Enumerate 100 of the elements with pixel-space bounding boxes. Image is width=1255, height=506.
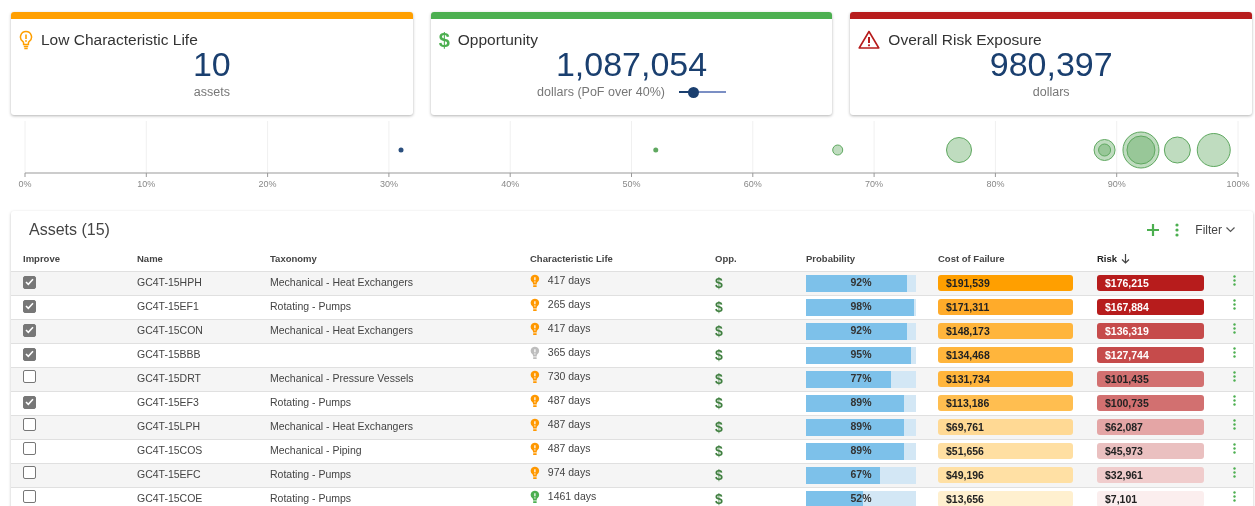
metric-unit: dollars [1032,83,1070,101]
risk-tag: $32,961 [1097,466,1204,483]
dollar-icon: $ [715,418,723,435]
cost-tag: $69,761 [938,418,1073,435]
column-header: Name [137,251,163,266]
metric-value: 1,087,054 [555,47,708,83]
probability-text: 77% [850,371,872,387]
checkbox[interactable] [23,275,36,289]
cost-tag: $113,186 [938,394,1073,411]
axis-label: 70% [865,179,884,189]
add-icon[interactable] [1147,224,1160,236]
metric-unit: dollars (PoF over 40%) [537,83,665,101]
more-icon[interactable] [1233,491,1236,503]
asset-name: GC4T-15EF3 [137,396,199,409]
probability-text: 89% [850,419,872,435]
checkbox[interactable] [23,442,36,456]
taxonomy-text: Mechanical - Heat Exchangers [270,276,413,289]
probability-text: 98% [850,299,872,315]
filter-button[interactable]: Filter [1189,221,1241,239]
more-icon[interactable] [1233,347,1236,359]
axis-label: 30% [379,179,398,189]
risk-tag: $127,744 [1097,346,1204,363]
more-icon[interactable] [1233,323,1236,335]
taxonomy-text: Mechanical - Heat Exchangers [270,324,413,337]
taxonomy-text: Rotating - Pumps [270,396,352,409]
risk-tag: $136,319 [1097,322,1204,339]
dollar-icon: $ [438,29,450,50]
lightbulb-icon [19,29,33,50]
taxonomy-text: Mechanical - Pressure Vessels [270,372,414,385]
dollar-icon: $ [715,322,723,339]
cost-tag: $191,539 [938,274,1073,291]
life-text: 487 days [547,393,591,409]
risk-tag: $167,884 [1097,298,1204,315]
bubble [653,147,659,153]
checkbox[interactable] [23,418,36,432]
metric-value: 10 [192,47,231,83]
more-icon[interactable] [1233,443,1236,455]
checkbox[interactable] [23,395,36,409]
checkbox[interactable] [23,323,36,337]
life-text: 365 days [547,345,591,361]
axis-label: 0% [18,179,32,189]
checkbox[interactable] [23,370,36,384]
cost-tag: $131,734 [938,370,1073,387]
dollar-icon: $ [715,490,723,506]
life-text: 974 days [547,465,591,481]
checkbox[interactable] [23,490,36,504]
life-text: 730 days [547,369,591,385]
cost-tag: $148,173 [938,322,1073,339]
probability-text: 95% [850,347,872,363]
checkbox[interactable] [23,466,36,480]
life-text: 417 days [547,321,591,337]
more-icon[interactable] [1233,299,1236,311]
probability-text: 89% [850,443,872,459]
column-header[interactable]: Risk [1097,251,1118,266]
more-icon[interactable] [1233,395,1236,407]
sort-down-icon [1121,253,1131,264]
asset-name: GC4T-15LPH [137,420,201,433]
more-icon[interactable] [1233,275,1236,287]
more-icon[interactable] [1233,371,1236,383]
column-header: Opp. [715,251,737,266]
cost-tag: $13,656 [938,490,1073,506]
axis-label: 90% [1107,179,1126,189]
dollar-icon: $ [715,298,723,315]
column-header: Taxonomy [270,251,317,266]
dollar-icon: $ [715,370,723,387]
bubble [1163,136,1191,164]
cost-tag: $51,656 [938,442,1073,459]
metric-value: 980,397 [989,47,1113,83]
probability-text: 52% [850,491,872,506]
dollar-icon: $ [715,442,723,459]
bubble [1196,133,1231,167]
life-text: 487 days [547,441,591,457]
taxonomy-text: Mechanical - Heat Exchangers [270,420,413,433]
life-text: 487 days [547,417,591,433]
column-header: Probability [806,251,856,266]
taxonomy-text: Mechanical - Piping [270,444,362,457]
risk-tag: $45,973 [1097,442,1204,459]
bubble [832,144,844,156]
asset-name: GC4T-15CON [137,324,203,337]
slider-thumb[interactable] [687,86,699,98]
taxonomy-text: Rotating - Pumps [270,300,352,313]
warning-icon [858,30,881,50]
asset-name: GC4T-15EF1 [137,300,199,313]
checkbox[interactable] [23,299,36,313]
more-icon[interactable] [1175,223,1180,237]
column-header: Characteristic Life [530,251,613,266]
more-icon[interactable] [1233,467,1236,479]
checkbox[interactable] [23,347,36,361]
dollar-icon: $ [715,346,723,363]
asset-name: GC4T-15BBB [137,348,201,361]
probability-text: 92% [850,275,872,291]
cost-tag: $134,468 [938,346,1073,363]
more-icon[interactable] [1233,419,1236,431]
dollar-icon: $ [715,466,723,483]
column-header: Cost of Failure [938,251,1005,266]
risk-tag: $7,101 [1097,490,1204,506]
axis-label: 40% [501,179,520,189]
cost-tag: $49,196 [938,466,1073,483]
cost-tag: $171,311 [938,298,1073,315]
life-text: 417 days [547,273,591,289]
